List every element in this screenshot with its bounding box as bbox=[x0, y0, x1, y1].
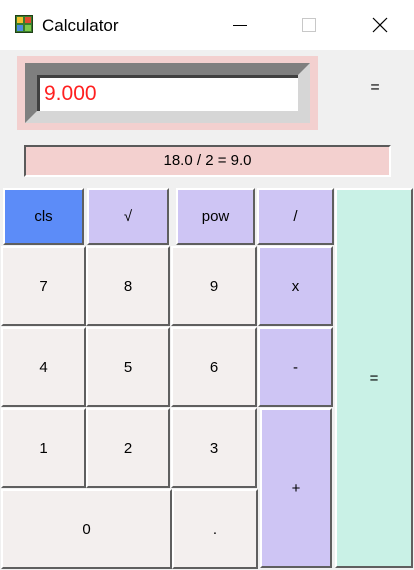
divide-button[interactable]: / bbox=[257, 188, 334, 245]
title-bar[interactable]: Calculator bbox=[0, 0, 414, 50]
display-field[interactable]: 9.000 bbox=[37, 75, 298, 111]
digit-8-label: 8 bbox=[123, 277, 133, 295]
history-label: 18.0 / 2 = 9.0 bbox=[24, 145, 391, 177]
digit-8-button[interactable]: 8 bbox=[86, 246, 170, 326]
display-frame: 9.000 bbox=[25, 63, 310, 123]
sqrt-button[interactable]: √ bbox=[87, 188, 169, 245]
digit-3-label: 3 bbox=[209, 439, 219, 457]
display-panel: 9.000 bbox=[17, 56, 318, 130]
calculator-window: Calculator 9.000 = 18.0 / 2 = 9.0 cls √ … bbox=[0, 0, 414, 570]
equals-button-label: = bbox=[369, 369, 379, 387]
minus-button-label: - bbox=[293, 358, 298, 376]
minimize-button[interactable] bbox=[217, 0, 263, 50]
digit-7-label: 7 bbox=[39, 277, 48, 295]
window-title: Calculator bbox=[42, 16, 119, 35]
digit-2-label: 2 bbox=[123, 439, 133, 457]
digit-1-label: 1 bbox=[39, 439, 48, 457]
equals-button[interactable]: = bbox=[335, 188, 413, 568]
decimal-point-label: . bbox=[212, 520, 218, 538]
display-value: 9.000 bbox=[44, 82, 97, 105]
digit-0-button[interactable]: 0 bbox=[1, 489, 172, 569]
minus-button[interactable]: - bbox=[258, 327, 333, 407]
clear-button[interactable]: cls bbox=[3, 188, 84, 245]
digit-1-button[interactable]: 1 bbox=[1, 408, 86, 488]
digit-7-button[interactable]: 7 bbox=[1, 246, 86, 326]
digit-9-button[interactable]: 9 bbox=[171, 246, 257, 326]
close-icon bbox=[372, 17, 388, 33]
digit-3-button[interactable]: 3 bbox=[171, 408, 257, 488]
digit-6-label: 6 bbox=[209, 358, 219, 376]
digit-5-label: 5 bbox=[123, 358, 133, 376]
pow-button[interactable]: pow bbox=[176, 188, 255, 245]
multiply-button-label: x bbox=[291, 277, 300, 295]
maximize-button[interactable] bbox=[286, 0, 332, 50]
divide-button-label: / bbox=[293, 208, 298, 225]
multiply-button[interactable]: x bbox=[258, 246, 333, 326]
display-equals-label: = bbox=[370, 79, 380, 96]
plus-button-label: + bbox=[291, 479, 301, 497]
digit-5-button[interactable]: 5 bbox=[86, 327, 170, 407]
close-button[interactable] bbox=[357, 0, 403, 50]
plus-button[interactable]: + bbox=[260, 408, 332, 568]
digit-4-label: 4 bbox=[39, 358, 48, 376]
digit-6-button[interactable]: 6 bbox=[171, 327, 257, 407]
calculator-app-icon bbox=[15, 15, 33, 33]
minimize-icon bbox=[233, 25, 247, 26]
decimal-point-button[interactable]: . bbox=[172, 489, 258, 569]
digit-4-button[interactable]: 4 bbox=[1, 327, 86, 407]
digit-9-label: 9 bbox=[209, 277, 219, 295]
pow-button-label: pow bbox=[201, 208, 230, 225]
digit-0-label: 0 bbox=[82, 520, 91, 538]
maximize-icon bbox=[302, 18, 316, 32]
digit-2-button[interactable]: 2 bbox=[86, 408, 170, 488]
clear-button-label: cls bbox=[34, 208, 53, 225]
sqrt-button-label: √ bbox=[123, 208, 133, 225]
